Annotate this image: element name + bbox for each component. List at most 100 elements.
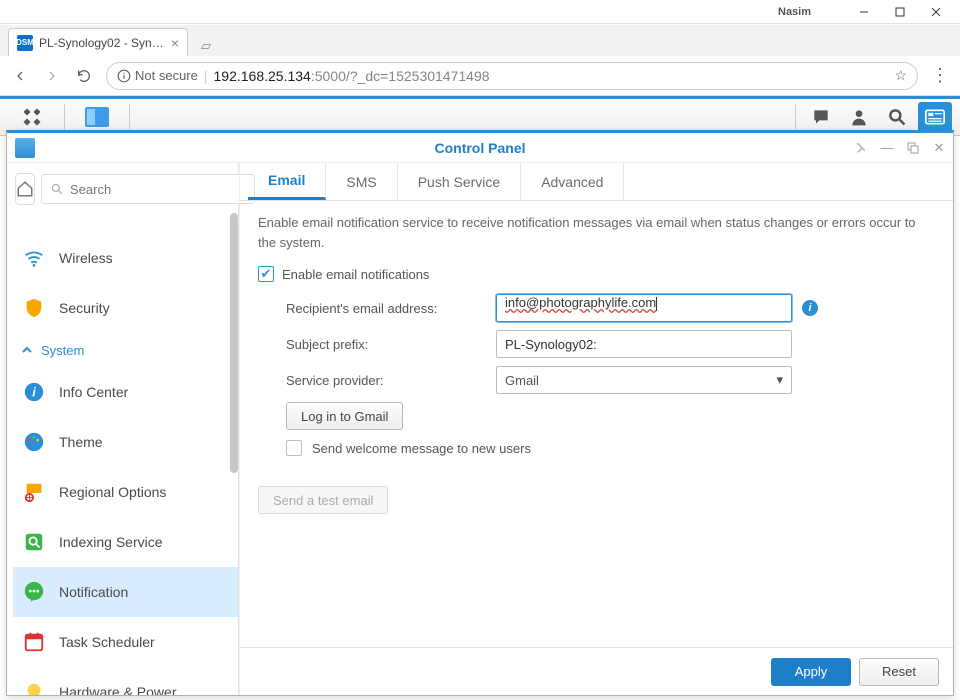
sidebar-item-hardware[interactable]: Hardware & Power: [13, 667, 238, 695]
reload-button[interactable]: [74, 66, 94, 86]
tab-title: PL-Synology02 - Synolog: [39, 36, 165, 50]
description-text: Enable email notification service to rec…: [258, 213, 935, 252]
chevron-down-icon: ▾: [776, 372, 783, 388]
tab-close-icon[interactable]: ×: [171, 35, 179, 51]
sidebar-item-label: Task Scheduler: [59, 634, 155, 650]
enable-label: Enable email notifications: [282, 267, 429, 282]
window-close-icon[interactable]: ✕: [931, 140, 947, 156]
info-icon: [117, 69, 131, 83]
close-button[interactable]: [920, 3, 952, 21]
apps-grid-icon: [22, 107, 42, 127]
sidebar-item-theme[interactable]: Theme: [13, 417, 238, 467]
sidebar-item-label: Info Center: [59, 384, 128, 400]
sidebar-item-label: Indexing Service: [59, 534, 163, 550]
calendar-icon: [21, 629, 47, 655]
user-icon: [849, 107, 869, 127]
main-panel: Email SMS Push Service Advanced Enable e…: [239, 163, 953, 695]
subject-input[interactable]: [496, 330, 792, 358]
security-indicator[interactable]: Not secure: [117, 68, 198, 83]
search-input[interactable]: [70, 182, 246, 197]
sidebar-item-label: Wireless: [59, 250, 113, 266]
svg-text:i: i: [32, 385, 36, 400]
provider-label: Service provider:: [286, 373, 496, 388]
sidebar: Wireless Security System i Info Center T…: [7, 163, 239, 695]
browser-menu-button[interactable]: ⋮: [930, 65, 950, 86]
wifi-icon: [21, 245, 47, 271]
os-titlebar: Nasim: [0, 0, 960, 24]
home-icon: [16, 180, 34, 198]
minimize-button[interactable]: [848, 3, 880, 21]
sidebar-item-label: Regional Options: [59, 484, 166, 500]
recipient-input[interactable]: info@photographylife.com: [496, 294, 792, 322]
sidebar-group-label: System: [41, 343, 84, 358]
os-username: Nasim: [778, 6, 811, 18]
tab-advanced[interactable]: Advanced: [521, 163, 624, 200]
tab-push[interactable]: Push Service: [398, 163, 521, 200]
dsm-search-button[interactable]: [880, 102, 914, 132]
speech-bubble-icon: [810, 107, 832, 127]
sidebar-item-label: Security: [59, 300, 110, 316]
back-button[interactable]: [10, 66, 30, 86]
window-app-icon: [15, 138, 35, 158]
browser-tab[interactable]: DSM PL-Synology02 - Synolog ×: [8, 28, 188, 56]
window-header[interactable]: Control Panel — ✕: [7, 133, 953, 163]
tabs: Email SMS Push Service Advanced: [240, 163, 953, 201]
maximize-button[interactable]: [884, 3, 916, 21]
sidebar-scrollbar[interactable]: [230, 213, 238, 695]
security-label: Not secure: [135, 68, 198, 83]
shield-icon: [21, 295, 47, 321]
forward-button[interactable]: [42, 66, 62, 86]
tab-email[interactable]: Email: [248, 163, 326, 200]
provider-value: Gmail: [505, 373, 539, 388]
dsm-notifications-button[interactable]: [804, 102, 838, 132]
sidebar-item-indexing[interactable]: Indexing Service: [13, 517, 238, 567]
sidebar-search[interactable]: [41, 174, 255, 204]
sidebar-item-truncated[interactable]: [13, 213, 238, 233]
dsm-user-button[interactable]: [842, 102, 876, 132]
bookmark-star-icon[interactable]: ☆: [894, 67, 907, 84]
sidebar-item-wireless[interactable]: Wireless: [13, 233, 238, 283]
window-minimize-icon[interactable]: —: [879, 140, 895, 156]
login-gmail-button[interactable]: Log in to Gmail: [286, 402, 403, 430]
welcome-checkbox[interactable]: ✔: [286, 440, 302, 456]
card-icon: [925, 109, 945, 125]
browser-toolbar: Not secure | 192.168.25.134:5000/?_dc=15…: [0, 56, 960, 96]
home-button[interactable]: [15, 173, 35, 205]
info-tooltip-icon[interactable]: i: [802, 300, 818, 316]
magnifier-icon: [887, 107, 907, 127]
provider-select[interactable]: Gmail ▾: [496, 366, 792, 394]
window-title: Control Panel: [434, 140, 525, 156]
dsm-taskbar-app[interactable]: [73, 101, 121, 133]
control-panel-window: Control Panel — ✕: [6, 130, 954, 696]
search-icon: [50, 182, 64, 196]
sidebar-group-system[interactable]: System: [13, 333, 238, 367]
pin-icon[interactable]: [853, 140, 869, 156]
send-test-button[interactable]: Send a test email: [258, 486, 388, 514]
bulb-icon: [21, 679, 47, 695]
url-text: 192.168.25.134:5000/?_dc=1525301471498: [214, 68, 490, 84]
recipient-label: Recipient's email address:: [286, 301, 496, 316]
chevron-up-icon: [21, 344, 33, 356]
dsm-widgets-button[interactable]: [918, 102, 952, 132]
tab-sms[interactable]: SMS: [326, 163, 397, 200]
window-maximize-icon[interactable]: [905, 140, 921, 156]
dsm-main-menu-button[interactable]: [8, 101, 56, 133]
sidebar-item-security[interactable]: Security: [13, 283, 238, 333]
sidebar-item-regional[interactable]: Regional Options: [13, 467, 238, 517]
new-tab-button[interactable]: ▱: [194, 36, 218, 56]
info-icon: i: [21, 379, 47, 405]
address-bar[interactable]: Not secure | 192.168.25.134:5000/?_dc=15…: [106, 62, 918, 90]
footer: Apply Reset: [240, 647, 953, 695]
sidebar-item-label: Hardware & Power: [59, 684, 177, 695]
sidebar-item-label: Theme: [59, 434, 103, 450]
chat-icon: [21, 579, 47, 605]
apply-button[interactable]: Apply: [771, 658, 851, 686]
dsm-favicon-icon: DSM: [17, 35, 33, 51]
sidebar-item-task-scheduler[interactable]: Task Scheduler: [13, 617, 238, 667]
sidebar-item-info-center[interactable]: i Info Center: [13, 367, 238, 417]
sidebar-item-notification[interactable]: Notification: [13, 567, 238, 617]
enable-checkbox[interactable]: ✔: [258, 266, 274, 282]
subject-label: Subject prefix:: [286, 337, 496, 352]
sidebar-item-label: Notification: [59, 584, 128, 600]
reset-button[interactable]: Reset: [859, 658, 939, 686]
